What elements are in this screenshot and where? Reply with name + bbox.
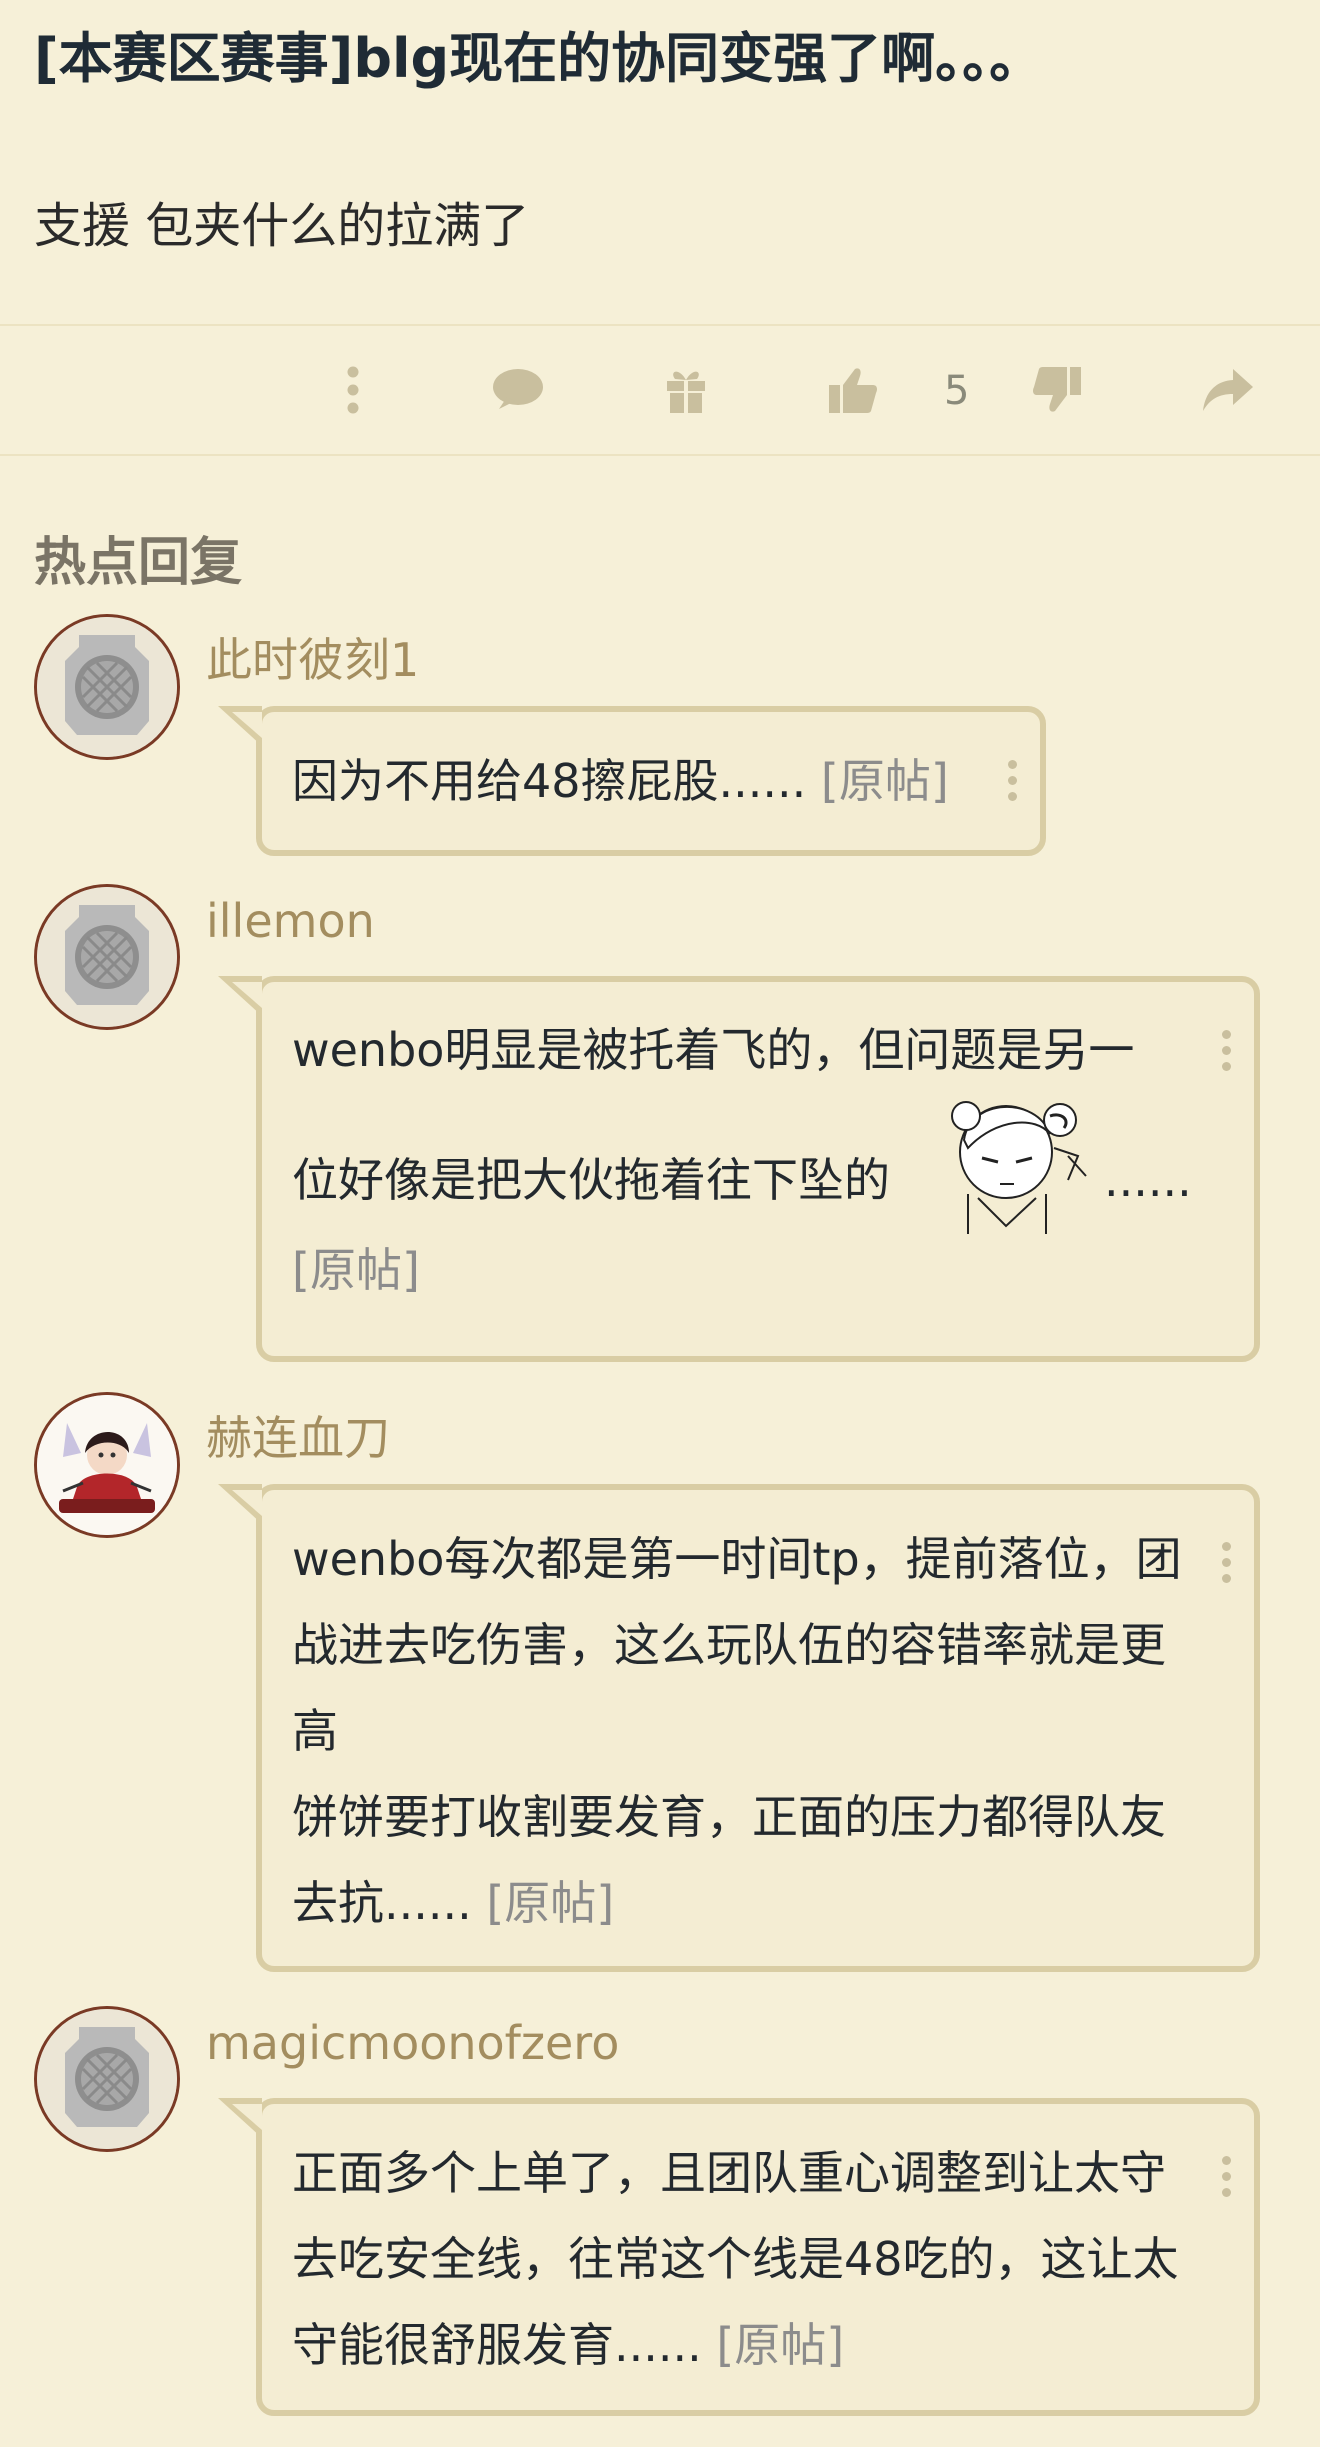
reply-text-block: wenbo明显是被托着飞的，但问题是另一 位好像是把大伙拖着往下坠的 .....…: [292, 1008, 1218, 1297]
post-action-bar: 5: [0, 324, 1320, 456]
reply-username[interactable]: 此时彼刻1: [206, 624, 419, 690]
thumbs-up-icon[interactable]: [826, 360, 880, 420]
reply-text-block: 因为不用给48擦屁股...... [原帖]: [292, 738, 1004, 824]
bubble-tail: [232, 982, 262, 1008]
reply-text: 位好像是把大伙拖着往下坠的: [292, 1153, 890, 1207]
like-count: 5: [944, 368, 970, 414]
reply-bubble: 因为不用给48擦屁股...... [原帖]: [218, 706, 1046, 856]
reply-text-block: wenbo每次都是第一时间tp，提前落位，团战进去吃伤害，这么玩队伍的容错率就是…: [292, 1516, 1202, 1946]
hot-replies-title: 热点回复: [34, 533, 243, 593]
more-icon[interactable]: [1220, 2156, 1232, 2202]
post-title: [本赛区赛事]blg现在的协同变强了啊。。。: [34, 27, 1044, 90]
avatar[interactable]: [34, 614, 180, 760]
more-icon[interactable]: [1220, 1542, 1232, 1588]
gift-icon[interactable]: [664, 360, 708, 420]
reply-username[interactable]: 赫连血刀: [206, 1402, 390, 1468]
reply-username[interactable]: magicmoonofzero: [206, 2016, 619, 2070]
sticker-emoji: [928, 1076, 1098, 1236]
reply-text: 因为不用给48擦屁股......: [292, 754, 807, 808]
reply-bubble: wenbo每次都是第一时间tp，提前落位，团战进去吃伤害，这么玩队伍的容错率就是…: [218, 1484, 1260, 1972]
reply-username[interactable]: illemon: [206, 894, 375, 948]
post-body: 支援 包夹什么的拉满了: [34, 198, 530, 254]
reply-bubble: 正面多个上单了，且团队重心调整到让太守去吃安全线，往常这个线是48吃的，这让太守…: [218, 2098, 1260, 2416]
reply-text: 饼饼要打收割要发育，正面的压力都得队友去抗......: [292, 1790, 1166, 1930]
bubble-tail: [232, 1490, 262, 1516]
comment-icon[interactable]: [490, 360, 546, 420]
bubble-tail: [232, 2104, 262, 2130]
original-post-link[interactable]: [原帖]: [821, 754, 949, 808]
original-post-link[interactable]: [原帖]: [716, 2318, 844, 2372]
avatar[interactable]: [34, 1392, 180, 1538]
original-post-link[interactable]: [原帖]: [486, 1876, 614, 1930]
avatar[interactable]: [34, 884, 180, 1030]
reply-text-block: 正面多个上单了，且团队重心调整到让太守去吃安全线，往常这个线是48吃的，这让太守…: [292, 2130, 1202, 2388]
avatar[interactable]: [34, 2006, 180, 2152]
original-post-link[interactable]: [原帖]: [292, 1228, 420, 1312]
bubble-tail: [232, 712, 262, 738]
more-icon[interactable]: [1006, 760, 1018, 806]
share-icon[interactable]: [1200, 360, 1256, 420]
more-icon[interactable]: [338, 360, 368, 420]
reply-text: ......: [1104, 1153, 1192, 1207]
more-icon[interactable]: [1220, 1030, 1232, 1076]
reply-bubble: wenbo明显是被托着飞的，但问题是另一 位好像是把大伙拖着往下坠的 .....…: [218, 976, 1260, 1362]
thumbs-down-icon[interactable]: [1030, 360, 1084, 420]
reply-text: wenbo每次都是第一时间tp，提前落位，团战进去吃伤害，这么玩队伍的容错率就是…: [292, 1532, 1182, 1758]
